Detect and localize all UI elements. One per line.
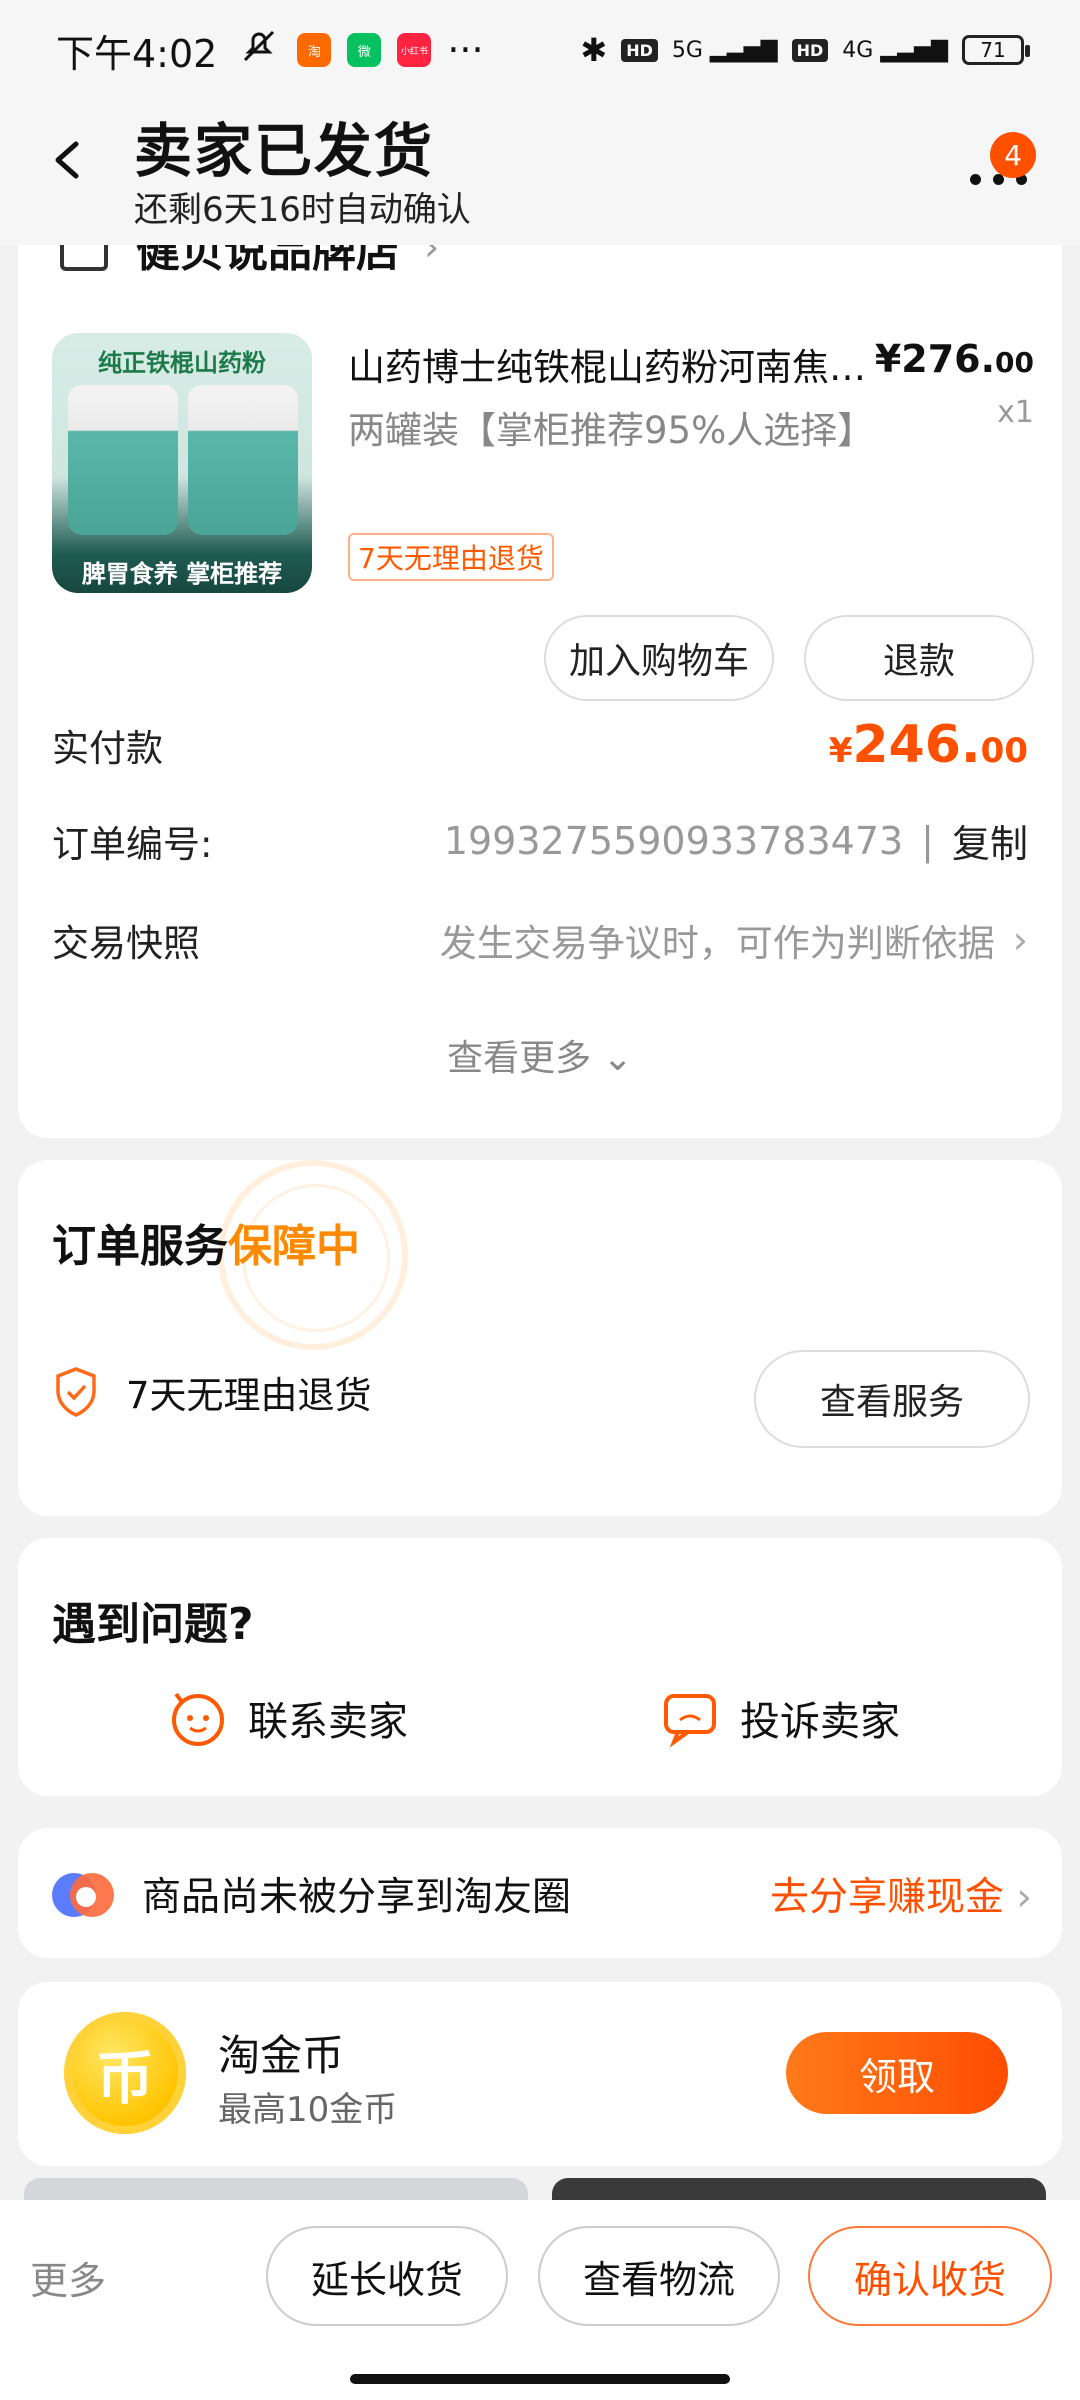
bluetooth-icon: ✱ xyxy=(580,31,608,69)
jar-shape xyxy=(68,385,178,535)
complain-seller-button[interactable]: 投诉卖家 xyxy=(660,1688,900,1748)
chat-face-icon xyxy=(172,1692,224,1746)
battery-icon: 71 xyxy=(962,35,1030,65)
shop-row[interactable]: 健贝说品牌店 › xyxy=(56,245,439,279)
back-arrow-icon xyxy=(55,141,79,179)
snapshot-row[interactable]: 交易快照 发生交易争议时，可作为判断依据 › xyxy=(52,913,1028,967)
claim-button[interactable]: 领取 xyxy=(786,2032,1008,2114)
bottom-action-bar: 更多 延长收货 查看物流 确认收货 xyxy=(0,2200,1080,2400)
chevron-right-icon: › xyxy=(1016,1875,1032,1920)
page-header: 卖家已发货 还剩6天16时自动确认 4 xyxy=(0,100,1080,245)
add-to-cart-button[interactable]: 加入购物车 xyxy=(544,615,774,701)
more-notifications-icon: ··· xyxy=(447,28,484,72)
confirm-receipt-button[interactable]: 确认收货 xyxy=(808,2226,1052,2326)
status-right: ✱ HD 5G ▂▃▅▇ HD 4G ▂▃▅▇ 71 xyxy=(580,31,1030,69)
coin-title: 淘金币 xyxy=(218,2031,345,2080)
help-card: 遇到问题? 联系卖家 投诉卖家 xyxy=(18,1538,1062,1796)
complain-bubble-icon xyxy=(664,1694,716,1748)
signal-5g-icon: 5G ▂▃▅▇ xyxy=(671,37,778,63)
page-title: 卖家已发货 xyxy=(134,117,435,185)
service-item: 7天无理由退货 xyxy=(52,1365,372,1419)
product-title[interactable]: 山药博士纯铁棍山药粉河南焦作温县正宗 xyxy=(348,337,878,391)
back-button[interactable] xyxy=(42,130,92,190)
gold-coin-icon: 币 xyxy=(64,2012,186,2134)
paid-row: 实付款 ¥246.00 xyxy=(52,715,1028,775)
order-number: 1993275590933783473 xyxy=(443,818,904,863)
chevron-right-icon: › xyxy=(424,245,440,269)
mute-icon xyxy=(239,26,279,75)
share-card[interactable]: 商品尚未被分享到淘友圈 去分享赚现金 › xyxy=(18,1828,1062,1958)
product-price: ¥276.00 xyxy=(874,337,1034,381)
jar-shape xyxy=(188,385,298,535)
order-number-label: 订单编号: xyxy=(52,822,213,866)
extend-receipt-button[interactable]: 延长收货 xyxy=(266,2226,508,2326)
more-menu-button[interactable]: 4 xyxy=(960,132,1040,200)
help-title: 遇到问题? xyxy=(52,1599,254,1650)
taoyou-circle-icon xyxy=(52,1873,114,1917)
product-image-bottom-text: 脾胃食养 掌柜推荐 xyxy=(81,560,283,588)
view-service-button[interactable]: 查看服务 xyxy=(754,1350,1030,1448)
notification-badge: 4 xyxy=(990,132,1036,178)
refund-button[interactable]: 退款 xyxy=(804,615,1034,701)
shop-name: 健贝说品牌店 xyxy=(136,245,400,277)
auto-confirm-countdown: 还剩6天16时自动确认 xyxy=(134,190,471,230)
product-image-top-text: 纯正铁棍山药粉 xyxy=(98,349,266,377)
taobao-icon: 淘 xyxy=(297,33,332,67)
service-card: 订单服务保障中 7天无理由退货 查看服务 xyxy=(18,1160,1062,1516)
chevron-down-icon: ⌄ xyxy=(602,1038,633,1079)
coin-subtitle: 最高10金币 xyxy=(218,2090,398,2130)
contact-seller-button[interactable]: 联系卖家 xyxy=(168,1688,408,1748)
order-number-row: 订单编号: 1993275590933783473 | 复制 xyxy=(52,813,1028,868)
view-logistics-button[interactable]: 查看物流 xyxy=(538,2226,780,2326)
complain-seller-label: 投诉卖家 xyxy=(740,1699,900,1745)
order-card: 健贝说品牌店 › 纯正铁棍山药粉 脾胃食养 掌柜推荐 山药博士纯铁棍山药粉河南焦… xyxy=(18,245,1062,1138)
more-actions-button[interactable]: 更多 xyxy=(30,2250,106,2305)
product-spec: 两罐装【掌柜推荐95%人选择】 xyxy=(348,409,875,452)
shop-icon xyxy=(60,245,108,271)
service-status: 保障中 xyxy=(228,1221,360,1272)
status-bar: 下午4:02 淘 微 小红书 ··· ✱ HD 5G ▂▃▅▇ HD 4G ▂▃… xyxy=(0,0,1080,100)
chevron-right-icon: › xyxy=(1012,918,1028,962)
share-status-text: 商品尚未被分享到淘友圈 xyxy=(142,1875,572,1920)
shield-check-icon xyxy=(56,1367,96,1417)
status-time: 下午4:02 xyxy=(56,31,218,76)
share-earn-link[interactable]: 去分享赚现金 › xyxy=(770,1866,1032,1922)
xiaohongshu-icon: 小红书 xyxy=(397,33,432,67)
coin-card: 币 淘金币 最高10金币 领取 xyxy=(18,1982,1062,2166)
contact-seller-label: 联系卖家 xyxy=(248,1699,408,1745)
return-policy-tag: 7天无理由退货 xyxy=(348,533,554,581)
product-image[interactable]: 纯正铁棍山药粉 脾胃食养 掌柜推荐 xyxy=(52,333,312,593)
service-title: 订单服务保障中 xyxy=(52,1221,360,1272)
snapshot-description: 发生交易争议时，可作为判断依据 xyxy=(439,922,995,965)
paid-label: 实付款 xyxy=(52,727,163,770)
service-name: 7天无理由退货 xyxy=(126,1374,372,1417)
product-quantity: x1 xyxy=(997,395,1034,430)
home-indicator[interactable] xyxy=(350,2374,730,2384)
signal-4g-icon: 4G ▂▃▅▇ xyxy=(842,37,948,63)
copy-button[interactable]: 复制 xyxy=(952,813,1028,868)
separator: | xyxy=(921,818,934,863)
see-more-button[interactable]: 查看更多 ⌄ xyxy=(18,1029,1062,1081)
hd-badge: HD xyxy=(621,38,658,62)
wechat-icon: 微 xyxy=(347,33,382,67)
paid-amount: ¥246.00 xyxy=(828,715,1028,775)
snapshot-label: 交易快照 xyxy=(52,922,200,965)
hd-badge-2: HD xyxy=(791,38,829,62)
